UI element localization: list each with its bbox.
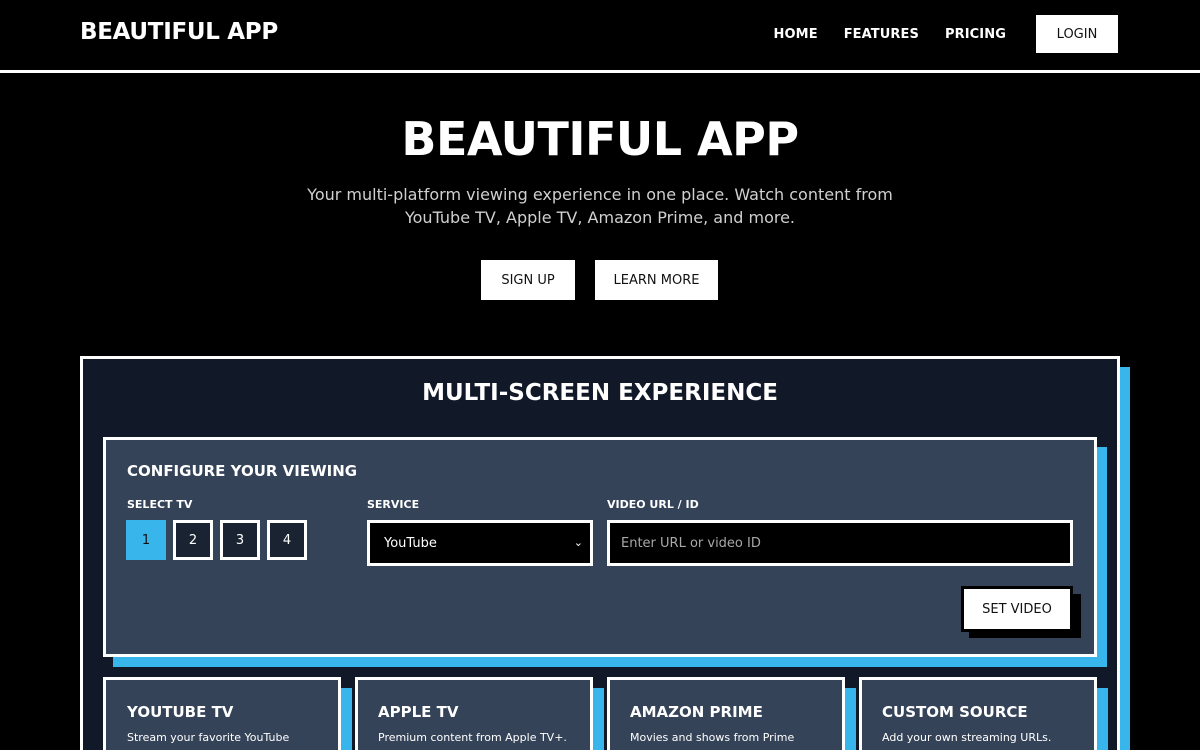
nav-pricing[interactable]: PRICING [945, 27, 1006, 42]
card-description: Premium content from Apple TV+. [378, 731, 567, 744]
nav-home[interactable]: HOME [774, 27, 818, 42]
nav-features[interactable]: FEATURES [844, 27, 919, 42]
set-video-button[interactable]: SET VIDEO [961, 586, 1073, 632]
hero-subtitle-line-2: YouTube TV, Apple TV, Amazon Prime, and … [404, 208, 796, 227]
panel-title: MULTI-SCREEN EXPERIENCE [422, 380, 778, 406]
card-title: AMAZON PRIME [630, 703, 763, 721]
main-nav: HOME FEATURES PRICING LOGIN [774, 15, 1118, 53]
video-url-input[interactable]: Enter URL or video ID [607, 520, 1073, 566]
header-divider [0, 70, 1200, 73]
login-button[interactable]: LOGIN [1036, 15, 1118, 53]
card-title: APPLE TV [378, 703, 459, 721]
card-description: Stream your favorite YouTube [127, 731, 290, 744]
select-tv-label: SELECT TV [127, 498, 193, 511]
brand-logo[interactable]: BEAUTIFUL APP [80, 19, 278, 45]
video-url-label: VIDEO URL / ID [607, 498, 699, 511]
chevron-down-icon: ⌄ [573, 536, 583, 549]
tv-select-button-2[interactable]: 2 [173, 520, 213, 560]
tv-select-button-1[interactable]: 1 [126, 520, 166, 560]
service-select-value: YouTube [384, 535, 437, 551]
card-description: Add your own streaming URLs. [882, 731, 1052, 744]
tv-select-button-3[interactable]: 3 [220, 520, 260, 560]
service-select[interactable]: YouTube ⌄ [367, 520, 593, 566]
hero-subtitle: Your multi-platform viewing experience i… [300, 183, 900, 229]
hero-subtitle-line-1: Your multi-platform viewing experience i… [307, 185, 893, 204]
card-title: CUSTOM SOURCE [882, 703, 1028, 721]
learn-more-button[interactable]: LEARN MORE [595, 260, 718, 300]
sign-up-button[interactable]: SIGN UP [481, 260, 575, 300]
tv-select-button-4[interactable]: 4 [267, 520, 307, 560]
service-label: SERVICE [367, 498, 420, 511]
top-navbar: BEAUTIFUL APP HOME FEATURES PRICING LOGI… [0, 0, 1200, 70]
card-title: YOUTUBE TV [127, 703, 234, 721]
configure-title: CONFIGURE YOUR VIEWING [127, 462, 358, 480]
hero-title: BEAUTIFUL APP [401, 112, 799, 166]
card-description: Movies and shows from Prime [630, 731, 795, 744]
